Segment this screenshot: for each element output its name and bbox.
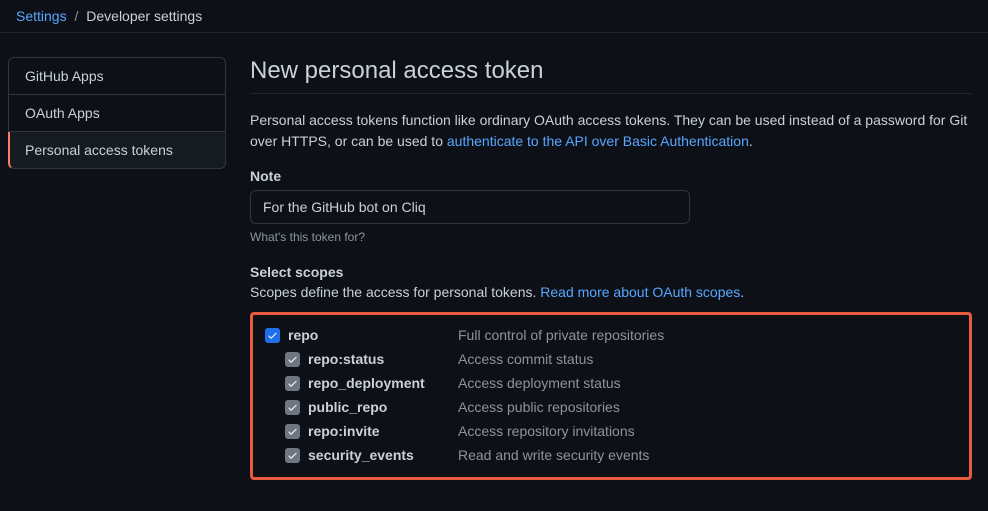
scope-row-public-repo: public_repo Access public repositories [265,395,957,419]
check-icon [287,426,298,437]
checkbox-repo-invite[interactable] [285,424,300,439]
scope-desc-repo-invite: Access repository invitations [458,423,635,439]
scope-name-repo-invite: repo:invite [308,423,458,439]
checkbox-public-repo[interactable] [285,400,300,415]
scope-desc-repo: Full control of private repositories [458,327,664,343]
scope-desc-repo-status: Access commit status [458,351,593,367]
check-icon [267,330,278,341]
scope-row-repo-invite: repo:invite Access repository invitation… [265,419,957,443]
scopes-desc-post: . [740,284,744,300]
scope-name-repo: repo [288,327,458,343]
note-label: Note [250,168,972,184]
scopes-box: repo Full control of private repositorie… [250,312,972,480]
check-icon [287,402,298,413]
sidebar: GitHub Apps OAuth Apps Personal access t… [8,57,226,480]
sidebar-item-personal-access-tokens[interactable]: Personal access tokens [8,132,226,169]
main-container: GitHub Apps OAuth Apps Personal access t… [0,33,988,480]
checkbox-security-events[interactable] [285,448,300,463]
scope-name-repo-deployment: repo_deployment [308,375,458,391]
scope-row-repo-status: repo:status Access commit status [265,347,957,371]
scope-name-public-repo: public_repo [308,399,458,415]
scopes-description: Scopes define the access for personal to… [250,284,972,300]
content: New personal access token Personal acces… [226,57,980,480]
breadcrumb-current: Developer settings [86,8,202,24]
breadcrumb-settings-link[interactable]: Settings [16,8,67,24]
sidebar-item-oauth-apps[interactable]: OAuth Apps [8,95,226,132]
scope-row-repo: repo Full control of private repositorie… [265,323,957,347]
scopes-label: Select scopes [250,264,972,280]
scope-row-repo-deployment: repo_deployment Access deployment status [265,371,957,395]
scope-desc-repo-deployment: Access deployment status [458,375,621,391]
breadcrumb: Settings / Developer settings [0,0,988,33]
checkbox-repo-status[interactable] [285,352,300,367]
scope-name-security-events: security_events [308,447,458,463]
check-icon [287,354,298,365]
description-auth-link[interactable]: authenticate to the API over Basic Authe… [447,133,749,149]
check-icon [287,378,298,389]
note-input[interactable] [250,190,690,224]
scope-desc-security-events: Read and write security events [458,447,649,463]
page-description: Personal access tokens function like ord… [250,110,972,152]
scope-row-security-events: security_events Read and write security … [265,443,957,467]
check-icon [287,450,298,461]
highlight-box: repo Full control of private repositorie… [250,312,972,480]
scope-name-repo-status: repo:status [308,351,458,367]
sidebar-item-github-apps[interactable]: GitHub Apps [8,57,226,95]
scopes-desc-pre: Scopes define the access for personal to… [250,284,540,300]
scope-desc-public-repo: Access public repositories [458,399,620,415]
note-help-text: What's this token for? [250,230,972,244]
checkbox-repo-deployment[interactable] [285,376,300,391]
scopes-read-more-link[interactable]: Read more about OAuth scopes [540,284,740,300]
checkbox-repo[interactable] [265,328,280,343]
breadcrumb-separator: / [74,8,78,24]
page-title: New personal access token [250,57,972,94]
description-text-post: . [749,133,753,149]
